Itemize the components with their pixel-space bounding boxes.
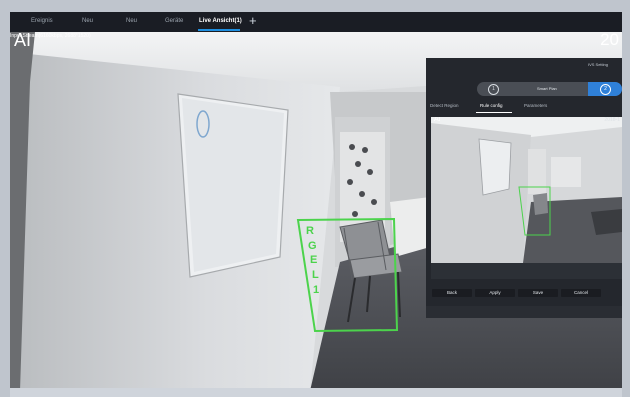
wizard-step-bar: 1 Smart Plan 2 (477, 82, 622, 96)
step-1-label: Smart Plan (537, 86, 557, 91)
preview-corner-right: 2018-1 (604, 117, 620, 123)
stream-corner-left: AI (14, 32, 32, 50)
subtab-rule-config[interactable]: Rule config (480, 103, 503, 108)
subtab-parameters[interactable]: Parameters (524, 103, 547, 108)
subtab-detect-region[interactable]: Detect Region (430, 103, 459, 108)
save-button[interactable]: Save (518, 289, 558, 297)
active-tab-indicator (198, 29, 240, 31)
top-tab-bar: Ereignis Neu Neu Geräte Live Ansicht(1) … (10, 12, 622, 32)
panel-footer (426, 306, 622, 318)
step-1-badge[interactable]: 1 (488, 84, 499, 95)
tab-ereignis[interactable]: Ereignis (31, 18, 53, 24)
rule-label-letter: L (312, 269, 319, 281)
app-frame: Ereignis Neu Neu Geräte Live Ansicht(1) … (0, 0, 630, 397)
rule-label-letter: G (308, 240, 317, 252)
preview-scene (431, 117, 622, 263)
tab-live-ansicht[interactable]: Live Ansicht(1) (199, 18, 242, 24)
panel-header: IVS Setting (426, 58, 622, 70)
cancel-button[interactable]: Cancel (561, 289, 601, 297)
tab-neu-2[interactable]: Neu (126, 18, 137, 24)
preview-corner-left: AI (434, 117, 441, 123)
preview-toolbar-strip (431, 263, 622, 279)
rule-preview-image[interactable]: AI 2018-1 (431, 117, 622, 263)
tab-geraete[interactable]: Geräte (165, 18, 183, 24)
apply-button[interactable]: Apply (475, 289, 515, 297)
rule-label-letter: R (306, 225, 314, 237)
active-subtab-indicator (476, 112, 512, 113)
rule-label-letter: 1 (313, 284, 320, 296)
rule-label-letter: E (310, 254, 318, 266)
step-2-active[interactable]: 2 (588, 82, 622, 96)
tab-neu-1[interactable]: Neu (82, 18, 93, 24)
step-2-badge: 2 (600, 84, 611, 95)
stream-corner-right: 20 (600, 32, 619, 49)
panel-title: IVS Setting (587, 62, 608, 67)
ivs-setting-panel: IVS Setting 1 Smart Plan 2 Detect Region… (426, 58, 622, 318)
back-button[interactable]: Back (432, 289, 472, 297)
add-tab-icon[interactable]: + (249, 14, 257, 27)
bottom-strip (10, 388, 622, 397)
